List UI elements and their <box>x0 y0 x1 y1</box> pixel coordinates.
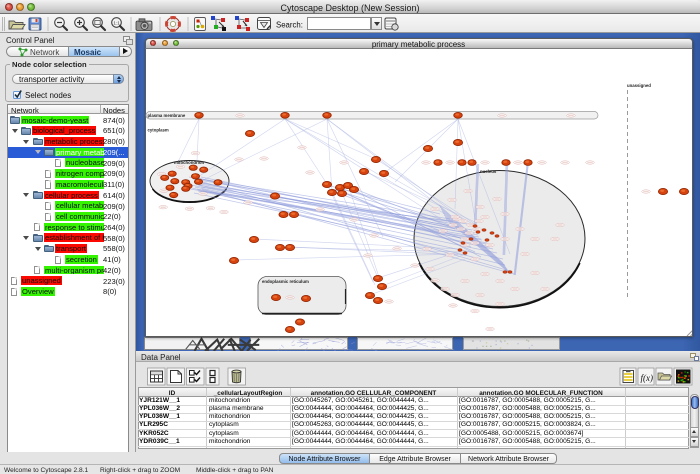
svg-text:nucleus: nucleus <box>480 169 497 174</box>
svg-text:1:1: 1:1 <box>113 20 120 25</box>
svg-text:f(x): f(x) <box>641 373 654 383</box>
svg-text:endoplasmic reticulum: endoplasmic reticulum <box>262 279 309 284</box>
svg-text:mitochondrion: mitochondrion <box>174 160 204 165</box>
svg-text:Search:: Search: <box>276 21 303 30</box>
svg-text:plasma membrane: plasma membrane <box>148 113 186 118</box>
svg-text:cytoplasm: cytoplasm <box>148 127 169 132</box>
svg-text:unassigned: unassigned <box>627 83 651 88</box>
